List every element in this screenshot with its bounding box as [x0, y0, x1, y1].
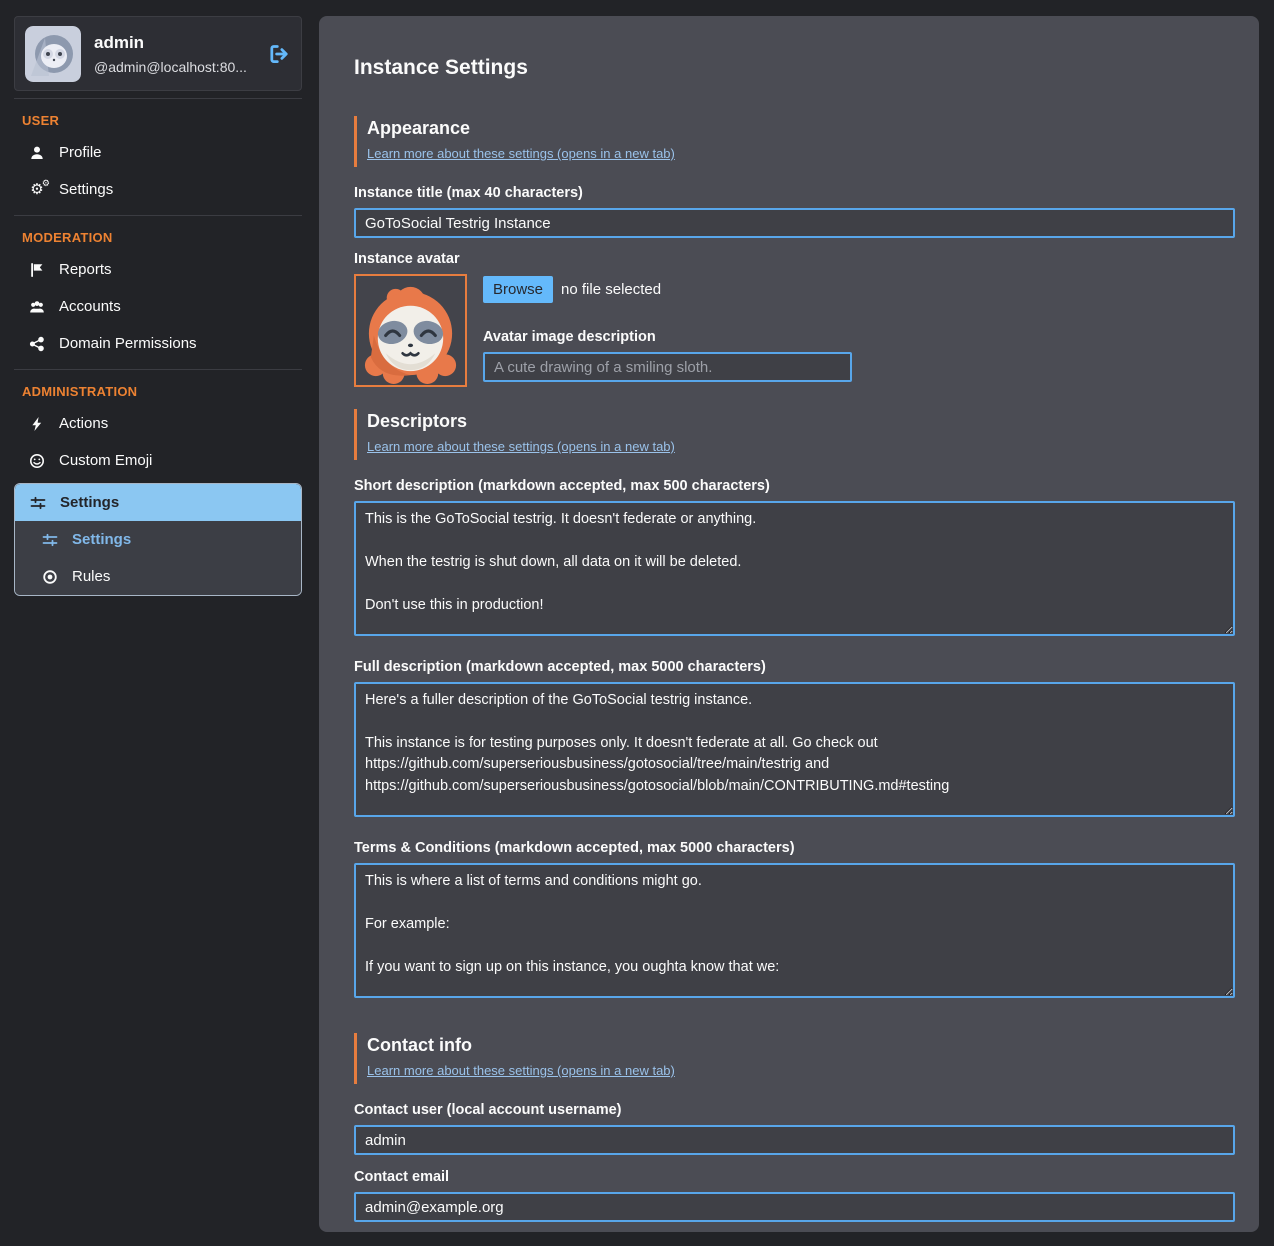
terms-textarea[interactable] — [354, 863, 1235, 998]
instance-avatar-image — [354, 274, 467, 387]
terms-label: Terms & Conditions (markdown accepted, m… — [354, 840, 1235, 856]
file-selected-status: no file selected — [561, 281, 661, 298]
full-description-label: Full description (markdown accepted, max… — [354, 659, 1235, 675]
logout-icon[interactable] — [265, 41, 291, 67]
sidebar-item-label: Actions — [59, 415, 108, 432]
instance-avatar-label: Instance avatar — [354, 251, 1235, 267]
avatar-description-input[interactable] — [483, 352, 852, 382]
short-description-label: Short description (markdown accepted, ma… — [354, 478, 1235, 494]
sidebar-item-accounts[interactable]: Accounts — [14, 288, 302, 325]
bolt-icon — [28, 416, 46, 432]
appearance-heading: Appearance — [367, 118, 1235, 139]
sliders-icon — [29, 495, 47, 511]
file-picker-row: Browse no file selected — [483, 276, 852, 303]
full-description-textarea[interactable] — [354, 682, 1235, 817]
contact-user-input[interactable] — [354, 1125, 1235, 1155]
appearance-learn-more-link[interactable]: Learn more about these settings (opens i… — [367, 146, 675, 161]
appearance-section-header: Appearance Learn more about these settin… — [354, 116, 1235, 167]
contact-user-label: Contact user (local account username) — [354, 1102, 1235, 1118]
sidebar-item-label: Domain Permissions — [59, 335, 197, 352]
sidebar: admin @admin@localhost:80... USER Profil… — [0, 0, 317, 1246]
sidebar-item-reports[interactable]: Reports — [14, 251, 302, 288]
smiley-icon — [28, 453, 46, 469]
browse-button[interactable]: Browse — [483, 276, 553, 303]
user-avatar — [25, 26, 81, 82]
divider — [14, 215, 302, 216]
settings-submenu: Settings Rules — [15, 521, 301, 595]
flag-icon — [28, 262, 46, 278]
sloth-avatar-gray — [25, 26, 81, 82]
section-label-moderation: MODERATION — [14, 222, 302, 251]
sidebar-subitem-rules[interactable]: Rules — [15, 558, 301, 595]
sidebar-item-label: Custom Emoji — [59, 452, 152, 469]
user-card[interactable]: admin @admin@localhost:80... — [14, 16, 302, 91]
sloth-avatar-orange — [356, 276, 465, 385]
sidebar-item-label: Settings — [60, 494, 119, 511]
descriptors-learn-more-link[interactable]: Learn more about these settings (opens i… — [367, 439, 675, 454]
settings-menu-group: Settings Settings Rules — [14, 483, 302, 596]
user-display-name: admin — [94, 33, 252, 53]
user-icon — [28, 145, 46, 161]
sidebar-item-label: Rules — [72, 568, 110, 585]
contact-email-input[interactable] — [354, 1192, 1235, 1222]
avatar-description-label: Avatar image description — [483, 329, 852, 345]
sidebar-item-label: Settings — [72, 531, 131, 548]
instance-settings-panel: Instance Settings Appearance Learn more … — [319, 16, 1259, 1232]
instance-title-input[interactable] — [354, 208, 1235, 238]
sidebar-item-label: Settings — [59, 181, 113, 198]
circle-dot-icon — [41, 569, 59, 585]
sidebar-item-user-settings[interactable]: ⚙⚙ Settings — [14, 171, 302, 208]
short-description-textarea[interactable] — [354, 501, 1235, 636]
sidebar-item-profile[interactable]: Profile — [14, 134, 302, 171]
instance-title-label: Instance title (max 40 characters) — [354, 185, 1235, 201]
page: admin @admin@localhost:80... USER Profil… — [0, 0, 1274, 1246]
sidebar-item-custom-emoji[interactable]: Custom Emoji — [14, 442, 302, 479]
sidebar-item-admin-settings[interactable]: Settings — [15, 484, 301, 521]
sidebar-subitem-settings[interactable]: Settings — [15, 521, 301, 558]
contact-heading: Contact info — [367, 1035, 1235, 1056]
user-handle: @admin@localhost:80... — [94, 59, 252, 75]
sliders-icon — [41, 532, 59, 548]
sidebar-item-label: Profile — [59, 144, 102, 161]
section-label-administration: ADMINISTRATION — [14, 376, 302, 405]
divider — [14, 369, 302, 370]
gears-icon: ⚙⚙ — [28, 182, 46, 197]
sidebar-item-label: Accounts — [59, 298, 121, 315]
instance-avatar-row: Browse no file selected Avatar image des… — [354, 274, 1235, 387]
sidebar-item-label: Reports — [59, 261, 112, 278]
divider — [14, 98, 302, 99]
descriptors-section-header: Descriptors Learn more about these setti… — [354, 409, 1235, 460]
contact-email-label: Contact email — [354, 1169, 1235, 1185]
contact-learn-more-link[interactable]: Learn more about these settings (opens i… — [367, 1063, 675, 1078]
section-label-user: USER — [14, 105, 302, 134]
avatar-upload-column: Browse no file selected Avatar image des… — [483, 274, 852, 387]
page-title: Instance Settings — [354, 56, 1235, 80]
share-nodes-icon — [28, 336, 46, 352]
sidebar-item-domain-permissions[interactable]: Domain Permissions — [14, 325, 302, 362]
sidebar-item-actions[interactable]: Actions — [14, 405, 302, 442]
contact-section-header: Contact info Learn more about these sett… — [354, 1033, 1235, 1084]
descriptors-heading: Descriptors — [367, 411, 1235, 432]
users-icon — [28, 299, 46, 315]
user-meta: admin @admin@localhost:80... — [94, 33, 252, 75]
